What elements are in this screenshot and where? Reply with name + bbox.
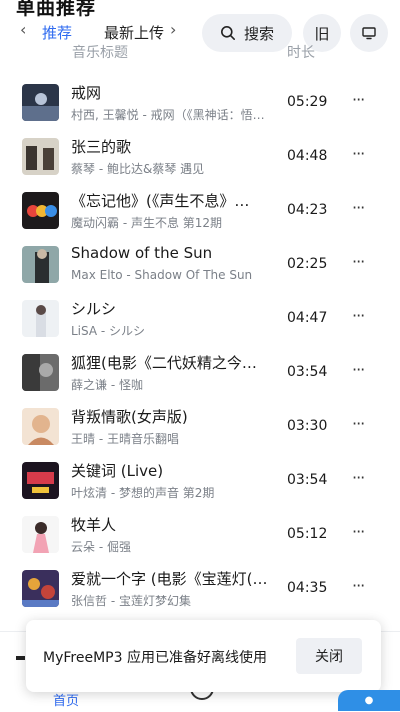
song-list: 戒网 村西, 王馨悦 - 戒网（《黑神话：悟空》 05:29 ··· 张三的歌 … [0, 76, 400, 616]
album-cover [22, 462, 59, 499]
toast-close-button[interactable]: 关闭 [296, 638, 362, 674]
song-title: 牧羊人 [71, 516, 117, 534]
song-title: 戒网 [71, 84, 102, 102]
song-duration: 02:25 [287, 256, 328, 272]
more-icon[interactable]: ··· [352, 252, 365, 271]
more-icon[interactable]: ··· [352, 90, 365, 109]
song-artist-album: 叶炫清 - 梦想的声音 第2期 [71, 486, 215, 500]
song-duration: 03:30 [287, 418, 328, 434]
song-duration: 05:29 [287, 94, 328, 110]
album-cover [22, 570, 59, 607]
album-cover [22, 516, 59, 553]
album-cover [22, 192, 59, 229]
nav-icon-fragment [16, 656, 25, 660]
more-icon[interactable]: ··· [352, 306, 365, 325]
toast-message: MyFreeMP3 应用已准备好离线使用 [43, 650, 267, 666]
song-title: 爱就一个字 (电影《宝莲灯(… [71, 570, 268, 588]
album-cover [22, 354, 59, 391]
more-icon[interactable]: ··· [352, 414, 365, 433]
song-duration: 03:54 [287, 472, 328, 488]
song-artist-album: 王晴 - 王晴音乐翻唱 [71, 432, 179, 446]
monitor-icon [362, 27, 376, 40]
song-duration: 04:48 [287, 148, 328, 164]
chevron-left-icon[interactable]: ‹ [20, 20, 26, 39]
song-row[interactable]: 张三的歌 蔡琴 - 鲍比达&蔡琴 遇见 04:48 ··· [0, 130, 400, 184]
more-icon[interactable]: ··· [352, 522, 365, 541]
search-label: 搜索 [243, 24, 274, 43]
song-duration: 05:12 [287, 526, 328, 542]
display-button[interactable] [350, 14, 388, 52]
column-header-duration: 时长 [287, 45, 315, 61]
tab-recommended[interactable]: 推荐 [42, 22, 74, 43]
song-row[interactable]: 狐狸(电影《二代妖精之今生有幸》 薛之谦 - 怪咖 03:54 ··· [0, 346, 400, 400]
watermark-logo: ● [338, 690, 400, 711]
song-row[interactable]: 背叛情歌(女声版) 王晴 - 王晴音乐翻唱 03:30 ··· [0, 400, 400, 454]
song-duration: 04:47 [287, 310, 328, 326]
song-artist-album: LiSA - シルシ [71, 324, 146, 338]
song-row[interactable]: 关键词 (Live) 叶炫清 - 梦想的声音 第2期 03:54 ··· [0, 454, 400, 508]
song-artist-album: 薛之谦 - 怪咖 [71, 378, 143, 392]
song-artist-album: 云朵 - 倔强 [71, 540, 131, 554]
song-row[interactable]: 牧羊人 云朵 - 倔强 05:12 ··· [0, 508, 400, 562]
column-header-title: 音乐标题 [72, 45, 128, 61]
nav-home[interactable]: 首页 [53, 690, 79, 709]
more-icon[interactable]: ··· [352, 360, 365, 379]
song-title: 狐狸(电影《二代妖精之今生有幸》 [71, 354, 271, 372]
song-artist-album: 魔动闪霸 - 声生不息 第12期 [71, 216, 223, 230]
album-cover [22, 408, 59, 445]
more-icon[interactable]: ··· [352, 144, 365, 163]
song-title: シルシ [71, 300, 117, 318]
song-duration: 04:23 [287, 202, 328, 218]
more-icon[interactable]: ··· [352, 576, 365, 595]
song-artist-album: Max Elto - Shadow Of The Sun [71, 268, 253, 282]
more-icon[interactable]: ··· [352, 198, 365, 217]
song-duration: 03:54 [287, 364, 328, 380]
chevron-right-icon[interactable]: › [170, 20, 176, 39]
album-cover [22, 138, 59, 175]
song-duration: 04:35 [287, 580, 328, 596]
song-artist-album: 张信哲 - 宝莲灯梦幻集 [71, 594, 191, 608]
song-row[interactable]: Shadow of the Sun Max Elto - Shadow Of T… [0, 238, 400, 292]
offline-ready-toast: MyFreeMP3 应用已准备好离线使用 关闭 [26, 620, 381, 692]
song-title: Shadow of the Sun [71, 244, 213, 262]
song-row[interactable]: シルシ LiSA - シルシ 04:47 ··· [0, 292, 400, 346]
more-icon[interactable]: ··· [352, 468, 365, 487]
song-title: 关键词 (Live) [71, 462, 164, 480]
song-title: 背叛情歌(女声版) [71, 408, 188, 426]
album-cover [22, 84, 59, 121]
song-row[interactable]: 《忘记他》(《声生不息》… 魔动闪霸 - 声生不息 第12期 04:23 ··· [0, 184, 400, 238]
tab-latest-upload[interactable]: 最新上传 [104, 22, 164, 43]
song-artist-album: 村西, 王馨悦 - 戒网（《黑神话：悟空》 [71, 108, 271, 122]
album-cover [22, 300, 59, 337]
song-title: 《忘记他》(《声生不息》… [71, 192, 250, 210]
song-row[interactable]: 戒网 村西, 王馨悦 - 戒网（《黑神话：悟空》 05:29 ··· [0, 76, 400, 130]
search-icon [220, 26, 235, 40]
search-button[interactable]: 搜索 [202, 14, 292, 52]
song-title: 张三的歌 [71, 138, 132, 156]
album-cover [22, 246, 59, 283]
song-row[interactable]: 爱就一个字 (电影《宝莲灯(… 张信哲 - 宝莲灯梦幻集 04:35 ··· [0, 562, 400, 616]
song-artist-album: 蔡琴 - 鲍比达&蔡琴 遇见 [71, 162, 205, 176]
